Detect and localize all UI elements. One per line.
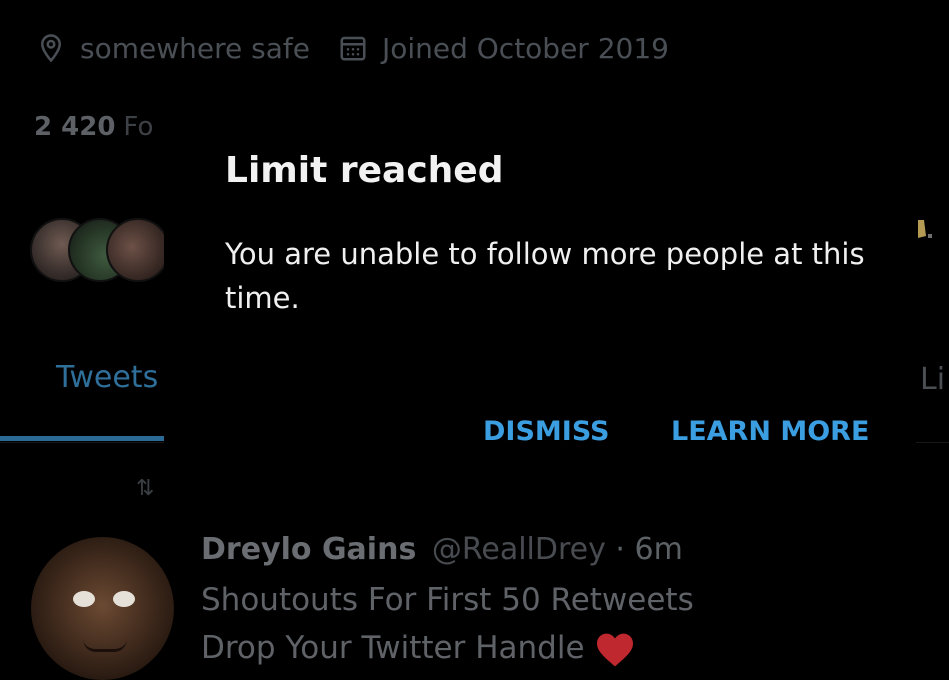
- tweet-header: Dreylo Gains @ReallDrey · 6m: [201, 532, 683, 567]
- profile-meta-row: somewhere safe Joined October 2019: [36, 28, 697, 68]
- location-item: somewhere safe: [36, 32, 310, 65]
- tweet-author-name[interactable]: Dreylo Gains: [201, 532, 416, 567]
- active-tab-indicator: [0, 436, 164, 441]
- joined-item: Joined October 2019: [338, 32, 669, 65]
- location-pin-icon: [40, 34, 62, 63]
- tweet-author-avatar[interactable]: [31, 537, 174, 680]
- avatar-mouth: [83, 639, 127, 652]
- dismiss-button[interactable]: DISMISS: [483, 416, 610, 447]
- calendar-icon: [340, 36, 366, 61]
- dialog-title: Limit reached: [225, 150, 504, 191]
- learn-more-button[interactable]: LEARN MORE: [671, 416, 869, 447]
- followed-by-avatars[interactable]: [30, 218, 170, 282]
- avatar-eye: [113, 591, 135, 607]
- location-text: somewhere safe: [80, 31, 310, 65]
- avatar-eye: [73, 591, 95, 607]
- tweet-separator: ·: [615, 532, 625, 567]
- partial-image: [918, 220, 932, 238]
- tweet-text-line: Shoutouts For First 50 Retweets: [201, 582, 694, 618]
- heart-icon: [596, 633, 633, 666]
- followers-number: 2 420: [34, 112, 116, 142]
- tab-likes[interactable]: Li: [920, 362, 945, 397]
- followers-count[interactable]: 2 420 Fo: [34, 112, 153, 142]
- dialog-message: You are unable to follow more people at …: [225, 237, 865, 315]
- profile-screen: somewhere safe Joined October 2019 2 420…: [0, 0, 949, 680]
- tweet-text-line-2: Drop Your Twitter Handle: [201, 630, 635, 668]
- tweet-text: Drop Your Twitter Handle: [201, 630, 585, 666]
- tab-tweets[interactable]: Tweets: [56, 360, 158, 395]
- tweet-author-handle[interactable]: @ReallDrey: [432, 532, 606, 567]
- joined-text: Joined October 2019: [381, 31, 669, 65]
- followers-label: Fo: [123, 112, 154, 142]
- avatar: [106, 218, 170, 282]
- tweet-time: 6m: [634, 532, 683, 567]
- retweet-icon: ⇅: [136, 476, 155, 501]
- limit-reached-dialog: Limit reached You are unable to follow m…: [164, 90, 916, 506]
